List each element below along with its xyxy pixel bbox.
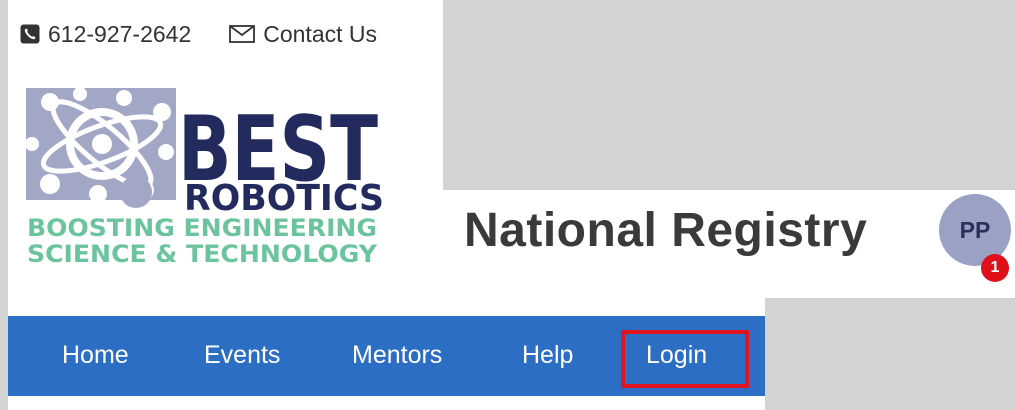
logo-tagline-1: BOOSTING ENGINEERING	[27, 214, 377, 242]
best-robotics-logo[interactable]: BEST ROBOTICS BOOSTING ENGINEERING SCIEN…	[24, 86, 384, 274]
contact-us-link[interactable]: Contact Us	[229, 21, 377, 48]
notification-badge[interactable]: 1	[981, 254, 1009, 282]
phone-icon	[20, 24, 40, 44]
nav-mentors[interactable]: Mentors	[352, 316, 442, 396]
logo-graphic: BEST ROBOTICS BOOSTING ENGINEERING SCIEN…	[25, 87, 384, 268]
login-highlight-box	[621, 330, 749, 388]
logo-tagline-2: SCIENCE & TECHNOLOGY	[27, 240, 378, 268]
contact-bar: 612-927-2642 Contact Us	[20, 12, 377, 56]
nav-help[interactable]: Help	[522, 316, 573, 396]
user-initials: PP	[959, 216, 991, 243]
nav-events[interactable]: Events	[204, 316, 280, 396]
nav-home[interactable]: Home	[62, 316, 129, 396]
contact-us-label: Contact Us	[263, 20, 377, 47]
logo-robotics-text: ROBOTICS	[184, 178, 384, 219]
mail-icon	[229, 25, 256, 43]
page-title: National Registry	[464, 204, 868, 257]
phone-link[interactable]: 612-927-2642	[20, 21, 191, 48]
gear-atom-icon	[25, 87, 176, 208]
phone-number: 612-927-2642	[48, 20, 192, 47]
